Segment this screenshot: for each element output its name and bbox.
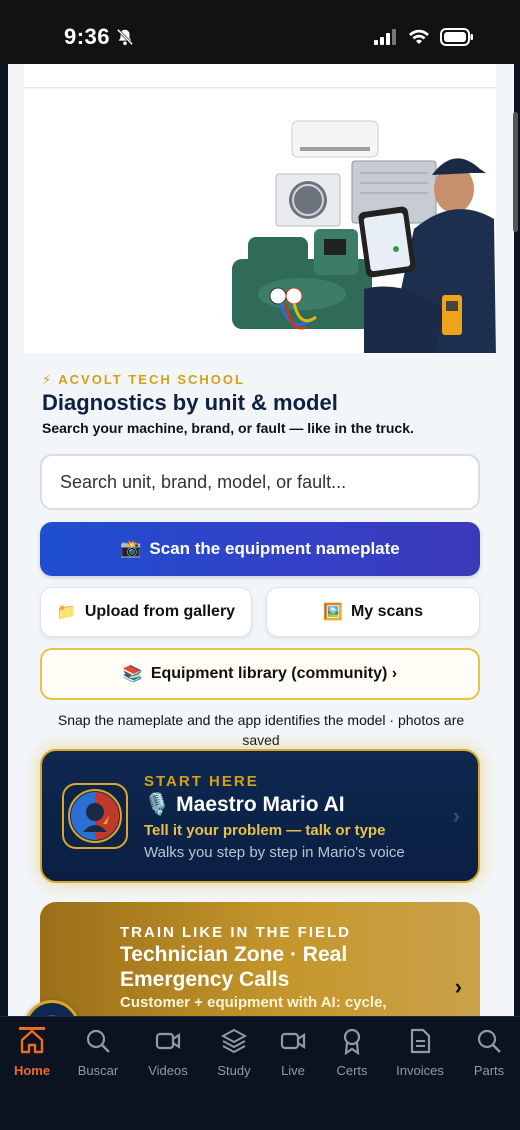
tab-certs[interactable]: Certs (320, 1027, 384, 1087)
mario-description: Walks you step by step in Mario's voice (144, 844, 405, 861)
layers-icon (220, 1028, 248, 1054)
tech-title: Technician Zone · Real Emergency Calls (120, 943, 348, 991)
status-bar: 9:36 (0, 0, 520, 64)
signal-icon (374, 29, 396, 45)
certificate-icon (343, 1028, 361, 1055)
battery-icon (440, 28, 473, 46)
chevron-right-icon: › (454, 974, 462, 999)
tab-buscar[interactable]: Buscar (66, 1027, 130, 1087)
upload-gallery-label: Upload from gallery (84, 603, 236, 620)
tab-videos[interactable]: Videos (136, 1027, 200, 1087)
live-video-icon (280, 1032, 306, 1050)
equipment-library-label: Equipment library (community) › (150, 665, 398, 682)
mario-title: 🎙️ Maestro Mario AI (144, 793, 345, 817)
status-time: 9:36 (64, 24, 111, 49)
tab-study[interactable]: Study (202, 1027, 266, 1087)
school-eyebrow: ⚡ ACVOLT TECH SCHOOL (42, 372, 245, 387)
equipment-library-button[interactable]: 📚 Equipment library (community) › (40, 648, 480, 700)
maestro-mario-card[interactable]: START HERE 🎙️ Maestro Mario AI Tell it y… (40, 749, 480, 883)
books-icon: 📚 (122, 666, 143, 683)
invoice-icon (410, 1028, 431, 1054)
active-tab-indicator (19, 1027, 45, 1030)
search-icon (477, 1029, 501, 1053)
wifi-icon (409, 29, 429, 44)
tab-label: Parts (473, 1063, 505, 1078)
mario-eyebrow: START HERE (144, 773, 259, 790)
tech-eyebrow: TRAIN LIKE IN THE FIELD (120, 924, 351, 941)
microphone-icon: 🎙️ (144, 793, 171, 816)
bottom-tab-bar: Home Buscar Videos Study Live Certs Invo… (0, 1016, 520, 1130)
chevron-right-icon: › (452, 803, 460, 828)
technician-zone-card[interactable]: TRAIN LIKE IN THE FIELD Technician Zone … (40, 902, 480, 1016)
mario-title-text: Maestro Mario AI (176, 793, 345, 816)
search-icon (86, 1029, 110, 1053)
mario-logo-icon (62, 783, 128, 849)
scan-nameplate-label: Scan the equipment nameplate (149, 539, 400, 558)
tab-label: Buscar (77, 1063, 119, 1078)
my-scans-button[interactable]: 🖼️ My scans (266, 587, 480, 637)
tab-live[interactable]: Live (261, 1027, 325, 1087)
hvac-technician-illustration (232, 120, 496, 353)
my-scans-label: My scans (350, 603, 423, 620)
scan-helper-text: Snap the nameplate and the app identifie… (57, 712, 465, 748)
top-card-edge (24, 64, 496, 88)
bell-muted-icon (116, 28, 134, 46)
tab-label: Study (217, 1063, 251, 1078)
tech-description: Customer + equipment with AI: cycle, (120, 994, 387, 1011)
camera-icon: 📸 (120, 539, 142, 558)
folder-icon: 📁 (56, 604, 77, 621)
upload-gallery-button[interactable]: 📁 Upload from gallery (40, 587, 252, 637)
tab-parts[interactable]: Parts (457, 1027, 520, 1087)
picture-icon: 🖼️ (323, 604, 343, 621)
page-title: Diagnostics by unit & model (42, 390, 338, 415)
tab-label: Home (13, 1063, 51, 1078)
scrollbar[interactable] (513, 112, 518, 232)
status-indicators (374, 28, 474, 46)
page-subtitle: Search your machine, brand, or fault — l… (42, 420, 414, 436)
tab-label: Invoices (396, 1063, 444, 1078)
tab-label: Certs (336, 1063, 368, 1078)
hero-illustration (24, 89, 496, 353)
main-content[interactable]: ⚡ ACVOLT TECH SCHOOL Diagnostics by unit… (8, 64, 514, 1016)
video-icon (155, 1032, 181, 1050)
tab-home[interactable]: Home (0, 1027, 64, 1087)
search-input[interactable] (40, 454, 480, 510)
tab-invoices[interactable]: Invoices (388, 1027, 452, 1087)
tab-label: Videos (148, 1063, 188, 1078)
tab-label: Live (281, 1063, 305, 1078)
home-icon (20, 1029, 44, 1054)
mario-tagline: Tell it your problem — talk or type (144, 822, 386, 839)
scan-nameplate-button[interactable]: 📸 Scan the equipment nameplate (40, 522, 480, 576)
